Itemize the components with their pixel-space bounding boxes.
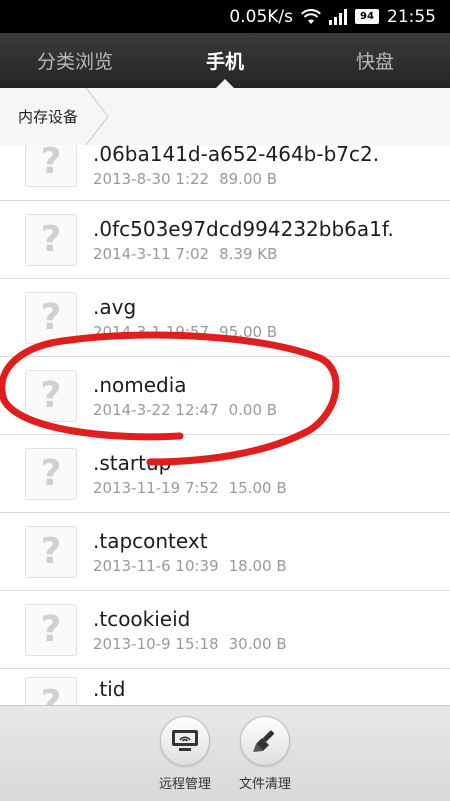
signal-icon <box>329 8 347 25</box>
unknown-file-icon: ? <box>25 447 77 500</box>
file-cleanup-label: 文件清理 <box>238 777 291 792</box>
unknown-file-icon: ? <box>25 677 77 705</box>
file-meta: 2014-3-22 12:47 0.00 B <box>93 401 277 419</box>
file-date: 2013-10-9 15:18 <box>93 634 219 653</box>
file-size: 30.00 B <box>228 634 287 653</box>
file-meta: 2013-8-30 1:22 89.00 B <box>93 170 379 188</box>
remote-management-button[interactable]: 远程管理 <box>145 716 225 792</box>
file-date: 2013-11-6 10:39 <box>93 556 219 575</box>
file-size: 8.39 KB <box>219 244 278 263</box>
list-item[interactable]: ? .startup 2013-11-19 7:52 15.00 B <box>0 435 450 513</box>
list-item[interactable]: ? .06ba141d-a652-464b-b7c2. 2013-8-30 1:… <box>0 145 450 201</box>
bottom-action-bar: 远程管理 文件清理 <box>0 705 450 801</box>
unknown-file-icon: ? <box>25 145 77 187</box>
battery-icon: 94 <box>355 9 379 24</box>
file-meta: 2014-3-1 19:57 95.00 B <box>93 323 277 341</box>
file-name: .tid <box>93 677 126 701</box>
wifi-icon <box>301 8 321 25</box>
file-meta: 2013-10-9 15:18 30.00 B <box>93 635 287 653</box>
file-name: .tapcontext <box>93 528 208 553</box>
tab-kuaipan[interactable]: 快盘 <box>300 33 450 88</box>
unknown-file-icon: ? <box>25 291 77 344</box>
file-size: 0.00 B <box>228 400 278 419</box>
file-name: .tcookieid <box>93 606 191 631</box>
file-name: .avg <box>93 294 137 319</box>
tab-category-browse[interactable]: 分类浏览 <box>0 33 150 88</box>
file-size: 15.00 B <box>228 478 287 497</box>
file-date: 2014-3-11 7:02 <box>93 244 210 263</box>
monitor-icon[interactable] <box>160 716 210 766</box>
broom-icon[interactable] <box>240 716 290 766</box>
status-bar: 0.05K/s 94 21:55 <box>0 0 450 33</box>
file-size: 89.00 B <box>219 170 278 188</box>
unknown-file-icon: ? <box>25 603 77 656</box>
file-name: .0fc503e97dcd994232bb6a1f. <box>93 216 394 241</box>
file-name: .06ba141d-a652-464b-b7c2. <box>93 145 380 166</box>
file-meta: 2013-11-6 10:39 18.00 B <box>93 557 287 575</box>
file-meta: 2014-3-11 7:02 8.39 KB <box>93 245 394 263</box>
unknown-file-icon: ? <box>25 213 77 266</box>
tab-bar: 分类浏览 手机 快盘 <box>0 33 450 88</box>
clock: 21:55 <box>387 6 436 27</box>
list-item[interactable]: ? .tid <box>0 669 450 705</box>
file-date: 2013-11-19 7:52 <box>93 478 219 497</box>
file-size: 95.00 B <box>219 322 278 341</box>
file-cleanup-button[interactable]: 文件清理 <box>225 716 305 792</box>
list-item[interactable]: ? .avg 2014-3-1 19:57 95.00 B <box>0 279 450 357</box>
file-date: 2014-3-22 12:47 <box>93 400 219 419</box>
tab-phone[interactable]: 手机 <box>150 33 300 88</box>
file-size: 18.00 B <box>228 556 287 575</box>
list-item[interactable]: ? .nomedia 2014-3-22 12:47 0.00 B <box>0 357 450 435</box>
file-date: 2014-3-1 19:57 <box>93 322 210 341</box>
breadcrumb-separator-icon <box>85 88 109 145</box>
file-list[interactable]: ? .06ba141d-a652-464b-b7c2. 2013-8-30 1:… <box>0 145 450 705</box>
unknown-file-icon: ? <box>25 369 77 422</box>
remote-management-label: 远程管理 <box>158 777 211 792</box>
list-item[interactable]: ? .0fc503e97dcd994232bb6a1f. 2014-3-11 7… <box>0 201 450 279</box>
unknown-file-icon: ? <box>25 525 77 578</box>
breadcrumb: 内存设备 <box>0 88 450 146</box>
file-meta: 2013-11-19 7:52 15.00 B <box>93 479 287 497</box>
list-item[interactable]: ? .tapcontext 2013-11-6 10:39 18.00 B <box>0 513 450 591</box>
file-name: .nomedia <box>93 372 187 397</box>
file-date: 2013-8-30 1:22 <box>93 170 210 188</box>
list-item[interactable]: ? .tcookieid 2013-10-9 15:18 30.00 B <box>0 591 450 669</box>
network-speed: 0.05K/s <box>229 6 293 27</box>
file-name: .startup <box>93 450 172 475</box>
